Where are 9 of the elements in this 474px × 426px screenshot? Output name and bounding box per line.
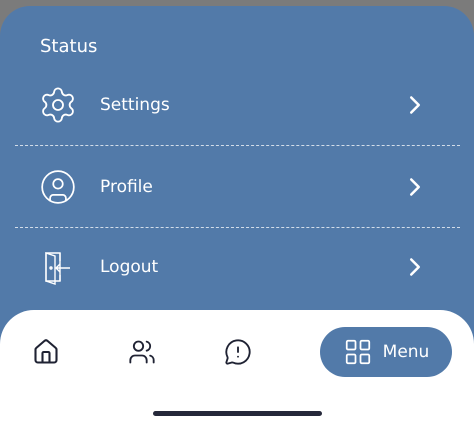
people-icon [128, 338, 156, 366]
section-title: Status [39, 35, 98, 59]
menu-item[interactable]: Settings [15, 64, 460, 146]
menu-button[interactable]: Menu [320, 327, 452, 377]
menu-item[interactable]: Logout [15, 228, 460, 306]
menu-item[interactable]: Profile [15, 146, 460, 228]
home-icon [32, 338, 60, 366]
alert-icon [224, 338, 252, 366]
user-icon [39, 168, 77, 206]
